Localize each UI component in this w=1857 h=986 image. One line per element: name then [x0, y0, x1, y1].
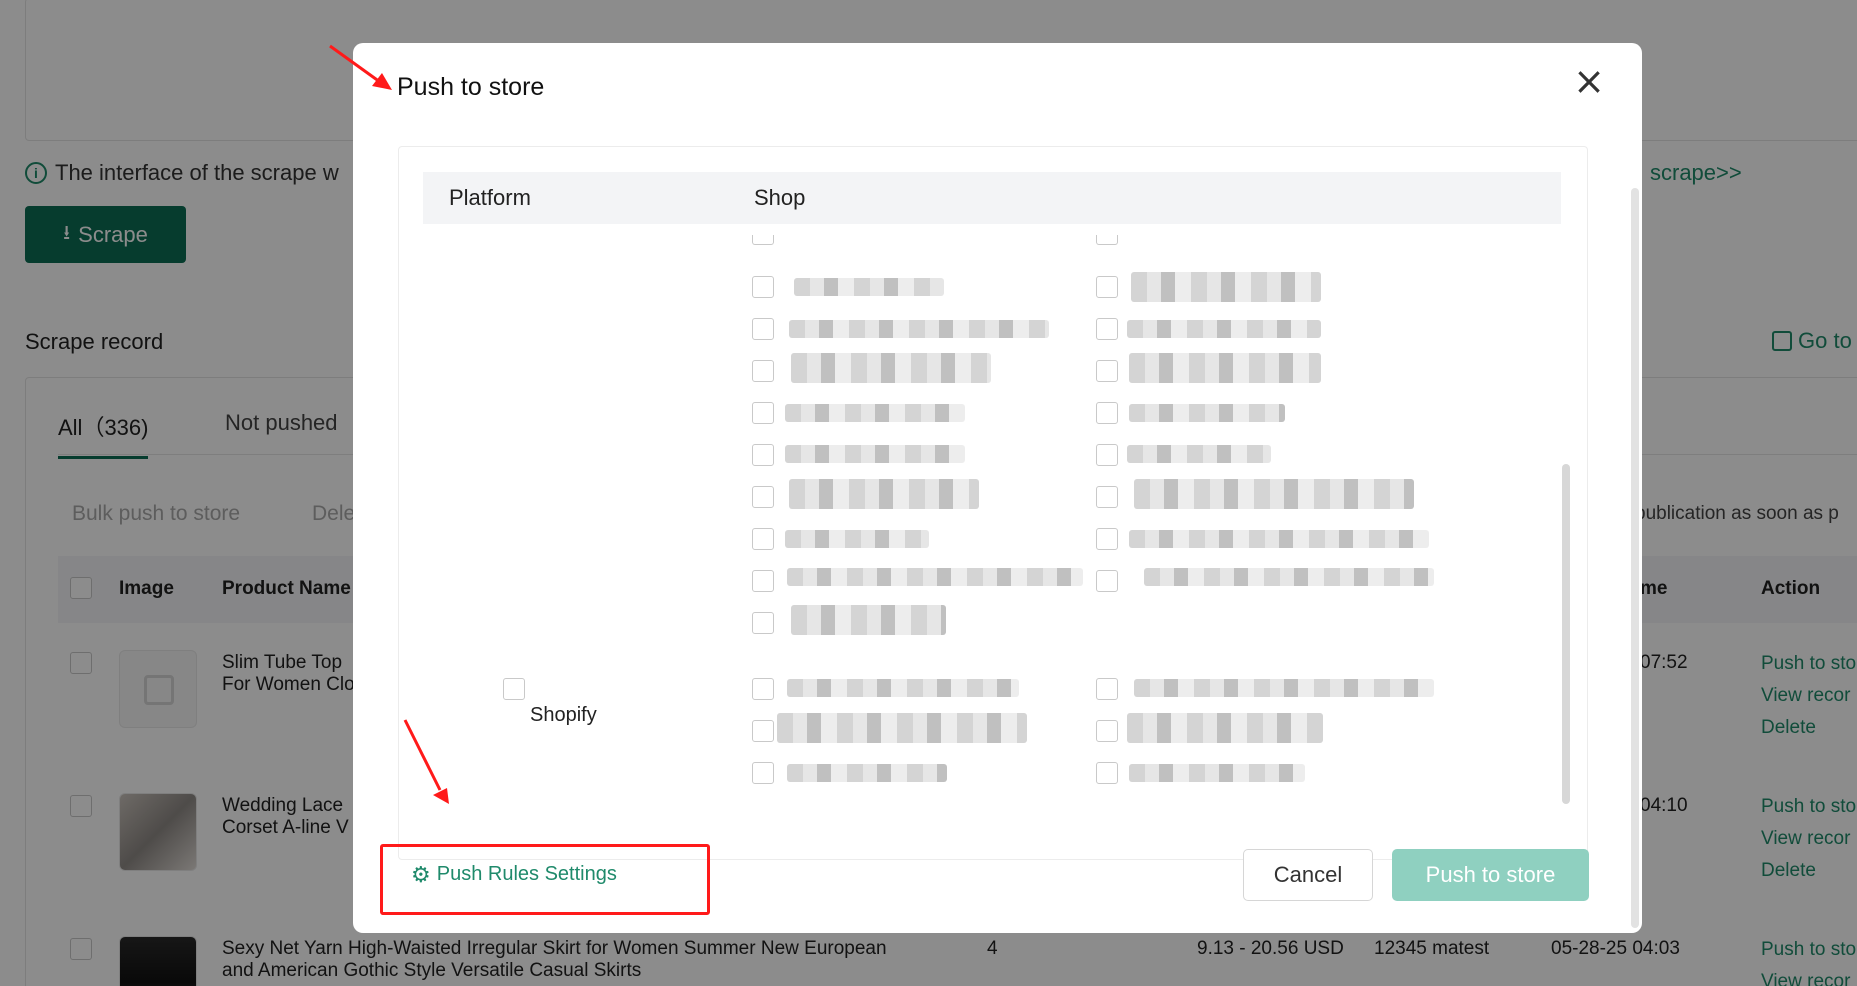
annotation-arrow-head: [372, 73, 392, 90]
annotation-arrows: [329, 44, 449, 804]
annotation-arrow-shaft: [329, 44, 381, 84]
annotation-arrow-shaft: [403, 719, 442, 791]
annotation-arrow-head: [433, 788, 449, 804]
